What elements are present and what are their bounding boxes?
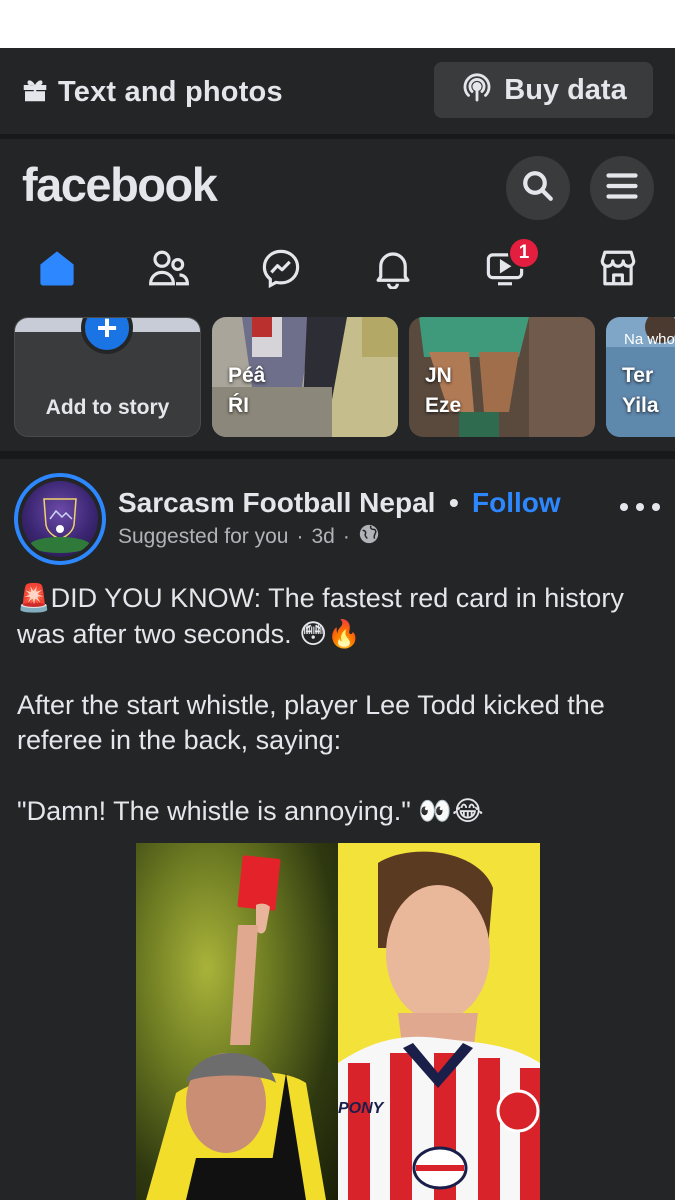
add-story-card[interactable]: + Add to story bbox=[14, 317, 201, 437]
meta-dot: · bbox=[342, 525, 350, 548]
name-separator: • bbox=[449, 487, 459, 518]
story-overlay-text: Na who bbox=[624, 331, 675, 348]
friends-icon bbox=[148, 247, 190, 294]
meta-dot: · bbox=[296, 525, 304, 548]
suggested-label: Suggested for you bbox=[118, 525, 289, 548]
divider bbox=[0, 451, 675, 459]
post-meta: Suggested for you · 3d · bbox=[118, 523, 380, 551]
tab-video[interactable]: 1 bbox=[475, 237, 540, 295]
bell-icon bbox=[372, 247, 414, 294]
page-avatar[interactable] bbox=[14, 473, 106, 565]
more-options-button[interactable] bbox=[620, 497, 660, 517]
search-icon bbox=[520, 168, 556, 209]
messenger-icon bbox=[260, 247, 302, 294]
referee-photo bbox=[136, 843, 338, 1200]
stories-tray: + Add to story Péâ ŔI JN Eze Na who Ter … bbox=[0, 305, 675, 451]
feed-post: Sarcasm Football Nepal • Follow Suggeste… bbox=[0, 459, 675, 1200]
story-card[interactable]: JN Eze bbox=[409, 317, 595, 437]
tab-friends[interactable] bbox=[139, 245, 199, 295]
gift-icon bbox=[20, 75, 50, 110]
dot bbox=[652, 503, 660, 511]
player-photo: PONY bbox=[338, 843, 540, 1200]
football-crest-icon bbox=[30, 498, 90, 553]
tab-messenger[interactable] bbox=[251, 245, 311, 295]
status-bar bbox=[0, 0, 675, 48]
follow-button[interactable]: Follow bbox=[472, 487, 561, 519]
tab-home[interactable] bbox=[27, 245, 87, 295]
story-name: JN Eze bbox=[425, 364, 462, 417]
post-paragraph: After the start whistle, player Lee Todd… bbox=[17, 689, 605, 756]
add-story-label: Add to story bbox=[45, 396, 170, 419]
buy-data-label: Buy data bbox=[504, 73, 627, 106]
menu-button[interactable] bbox=[590, 156, 654, 220]
buy-data-button[interactable]: Buy data bbox=[434, 62, 653, 118]
story-card[interactable]: Péâ ŔI bbox=[212, 317, 398, 437]
dot bbox=[636, 503, 644, 511]
main-nav: 1 bbox=[0, 235, 675, 305]
home-icon bbox=[36, 247, 78, 294]
podcast-icon bbox=[460, 71, 494, 110]
globe-icon bbox=[358, 523, 380, 551]
tab-marketplace[interactable] bbox=[588, 245, 648, 295]
tab-notifications[interactable] bbox=[363, 245, 423, 295]
post-time[interactable]: 3d bbox=[311, 525, 334, 549]
video-badge: 1 bbox=[508, 237, 540, 269]
data-mode-label: Text and photos bbox=[58, 76, 283, 108]
data-mode-bar: Text and photos Buy data bbox=[0, 48, 675, 134]
story-card[interactable]: Na who Ter Yila bbox=[606, 317, 675, 437]
shirt-sponsor-text: PONY bbox=[338, 1100, 385, 1117]
facebook-logo[interactable]: facebook bbox=[22, 157, 218, 212]
plus-icon: + bbox=[81, 318, 133, 354]
dot bbox=[620, 503, 628, 511]
post-paragraph: 🚨DID YOU KNOW: The fastest red card in h… bbox=[17, 583, 624, 649]
post-text: 🚨DID YOU KNOW: The fastest red card in h… bbox=[17, 581, 662, 865]
post-image[interactable]: PONY bbox=[136, 843, 540, 1200]
marketplace-icon bbox=[597, 247, 639, 294]
data-mode-indicator[interactable]: Text and photos bbox=[20, 75, 283, 110]
page-avatar-image bbox=[22, 481, 98, 557]
story-name: Péâ ŔI bbox=[228, 364, 266, 417]
search-button[interactable] bbox=[506, 156, 570, 220]
top-header: facebook bbox=[0, 139, 675, 235]
post-paragraph: "Damn! The whistle is annoying." 👀😂 bbox=[17, 796, 484, 826]
story-name: Ter Yila bbox=[622, 364, 659, 417]
menu-icon bbox=[604, 168, 640, 209]
page-name[interactable]: Sarcasm Football Nepal bbox=[118, 487, 435, 519]
